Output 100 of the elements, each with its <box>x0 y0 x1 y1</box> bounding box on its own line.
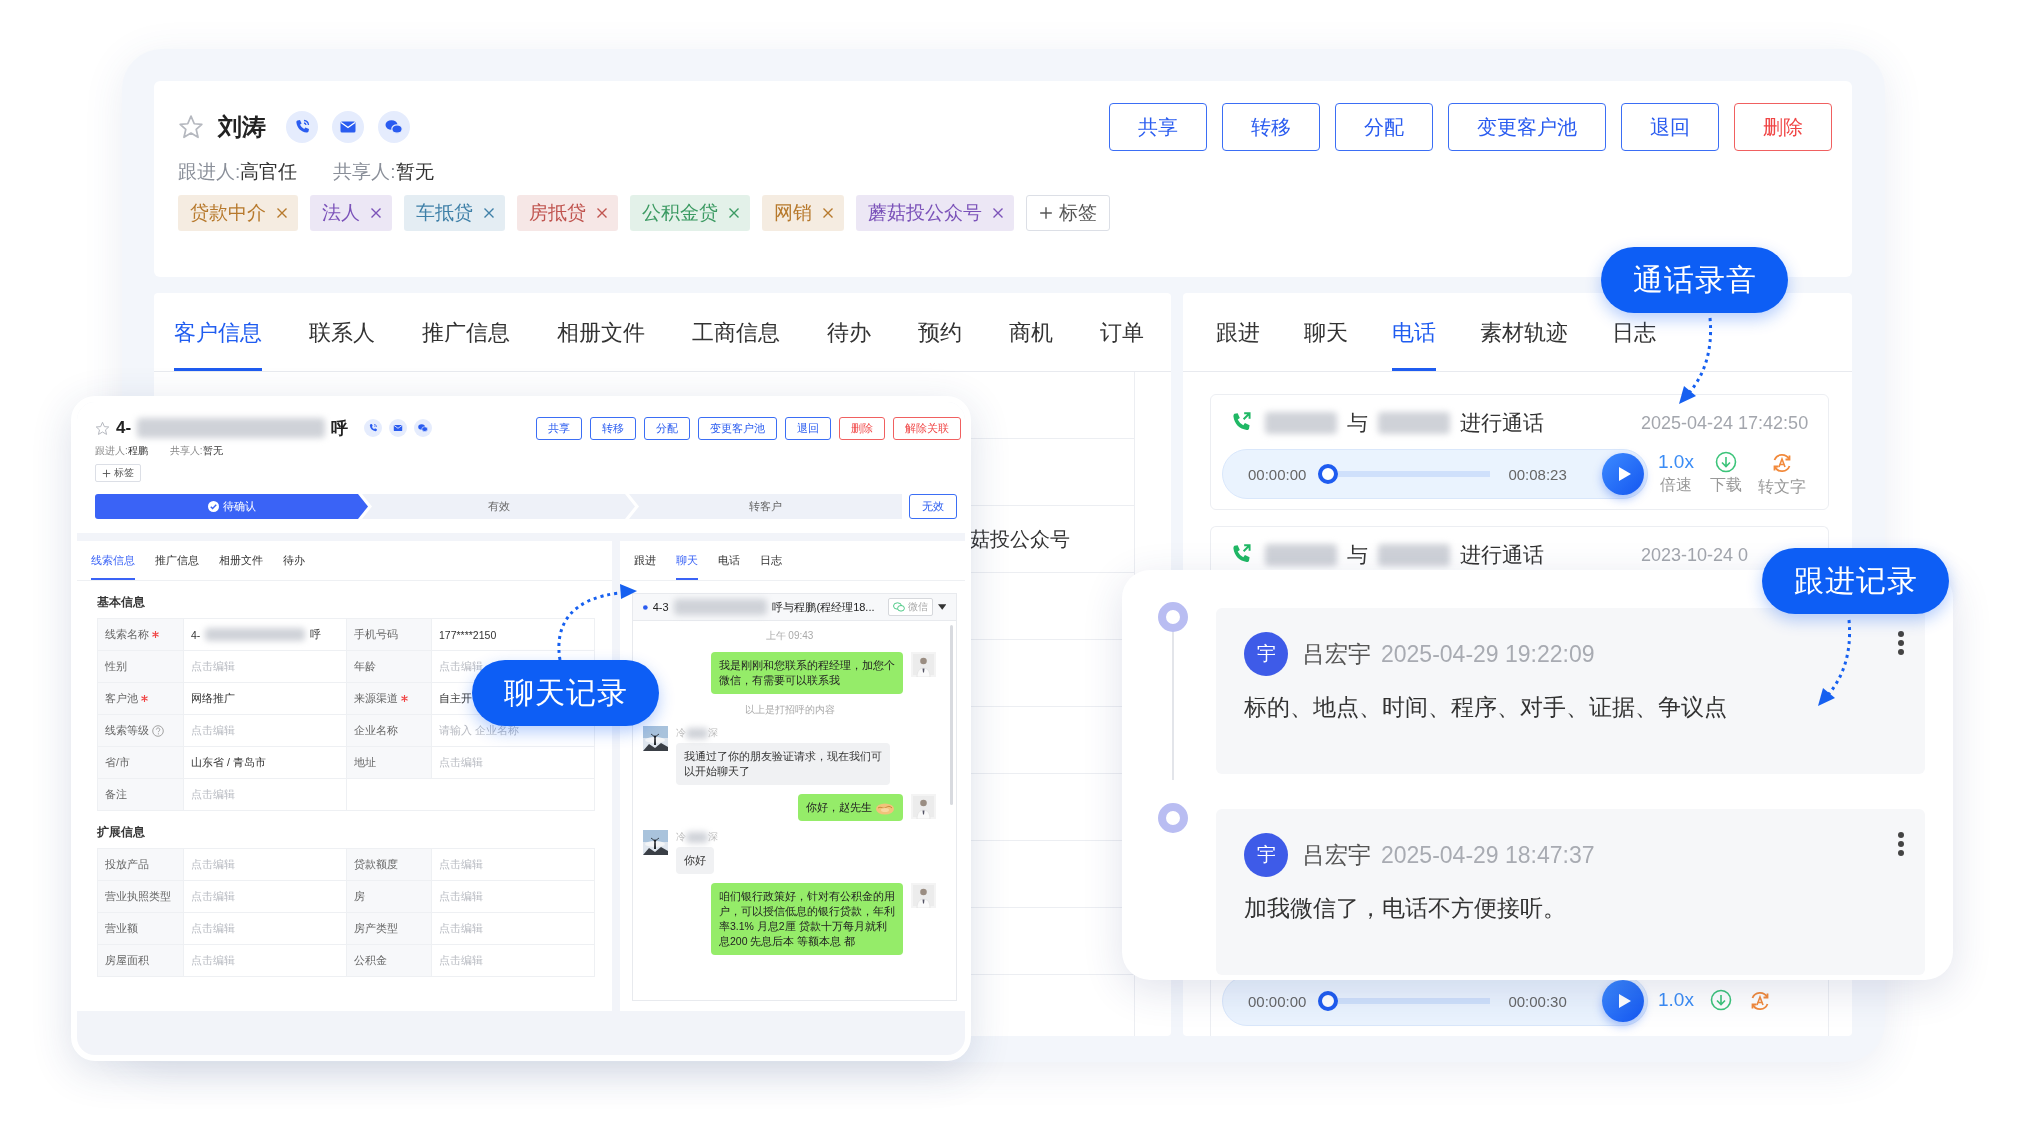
required-icon <box>401 695 408 702</box>
field-label: 手机号码 <box>354 627 398 642</box>
tab[interactable]: 日志 <box>1612 314 1656 371</box>
close-icon[interactable] <box>822 207 834 219</box>
action-button[interactable]: 转移 <box>590 416 636 440</box>
field-label: 房屋面积 <box>105 953 149 968</box>
speed-button[interactable]: 1.0x 倍速 <box>1658 450 1694 496</box>
action-button[interactable]: 分配 <box>1335 103 1433 151</box>
download-button[interactable]: 下载 <box>1709 450 1742 496</box>
scrollbar[interactable] <box>950 625 953 805</box>
action-button[interactable]: 变更客户池 <box>698 416 777 440</box>
action-button[interactable]: 转移 <box>1222 103 1320 151</box>
download-icon <box>1709 989 1732 1011</box>
tab[interactable]: 订单 <box>1100 314 1144 371</box>
close-icon[interactable] <box>596 207 608 219</box>
tab[interactable]: 电话 <box>718 541 740 580</box>
redacted-name <box>1378 544 1450 566</box>
tag[interactable]: 公积金贷 <box>630 195 750 231</box>
play-icon <box>1617 993 1632 1009</box>
stage-step[interactable]: 待确认 <box>95 494 368 519</box>
callout: 通话录音 <box>1601 247 1788 313</box>
tab[interactable]: 推广信息 <box>155 541 199 580</box>
field-label: 年龄 <box>354 659 376 674</box>
field-label: 备注 <box>105 787 127 802</box>
tag[interactable]: 车抵贷 <box>404 195 505 231</box>
elapsed-time: 00:00:00 <box>1248 992 1307 1010</box>
close-icon[interactable] <box>276 207 288 219</box>
lead-name: 呼 <box>331 417 349 440</box>
tab[interactable]: 工商信息 <box>692 314 780 371</box>
close-icon[interactable] <box>370 207 382 219</box>
tab[interactable]: 联系人 <box>309 314 375 371</box>
invalid-button[interactable]: 无效 <box>909 494 957 519</box>
transcribe-button[interactable]: 转文字 <box>1757 450 1806 498</box>
field-value: 呼 <box>310 627 322 642</box>
action-button[interactable]: 分配 <box>644 416 690 440</box>
close-icon[interactable] <box>992 207 1004 219</box>
field-label: 贷款额度 <box>354 857 398 872</box>
field-label: 线索名称 <box>105 627 149 642</box>
tab[interactable]: 待办 <box>827 314 871 371</box>
star-icon[interactable] <box>178 114 204 140</box>
mail-icon[interactable] <box>389 419 408 437</box>
chat-bubbles-icon[interactable] <box>414 419 433 437</box>
redacted-name <box>686 831 708 843</box>
tab[interactable]: 待办 <box>283 541 305 580</box>
tab[interactable]: 预约 <box>918 314 962 371</box>
add-tag-button[interactable]: 标签 <box>95 464 141 482</box>
tab[interactable]: 商机 <box>1009 314 1053 371</box>
call-text: 与 <box>1347 410 1368 436</box>
action-button[interactable]: 删除 <box>1734 103 1832 151</box>
tab[interactable]: 跟进 <box>634 541 656 580</box>
star-icon[interactable] <box>95 420 110 436</box>
tag[interactable]: 法人 <box>310 195 392 231</box>
more-icon[interactable] <box>1897 630 1905 656</box>
phone-icon[interactable] <box>286 111 318 143</box>
tab[interactable]: 聊天 <box>676 541 698 580</box>
message-text: 你好 <box>684 854 706 866</box>
action-button[interactable]: 共享 <box>536 416 582 440</box>
tab[interactable]: 素材轨迹 <box>1480 314 1568 371</box>
sharer-text: 共享人:暂无 <box>169 444 223 458</box>
tab[interactable]: 跟进 <box>1216 314 1260 371</box>
slider-thumb[interactable] <box>1318 991 1339 1011</box>
field-label: 线索等级 <box>105 723 149 738</box>
action-button[interactable]: 变更客户池 <box>1448 103 1606 151</box>
tab[interactable]: 线索信息 <box>91 541 135 580</box>
add-tag-button[interactable]: 标签 <box>1026 195 1110 231</box>
tab[interactable]: 相册文件 <box>557 314 645 371</box>
chat-bubbles-icon[interactable] <box>378 111 410 143</box>
play-icon <box>1617 466 1632 482</box>
stage-step[interactable]: 转客户 <box>629 494 902 519</box>
mail-icon[interactable] <box>332 111 364 143</box>
action-button[interactable]: 退回 <box>785 416 831 440</box>
close-icon[interactable] <box>728 207 740 219</box>
sender-name: 深 <box>708 726 718 740</box>
play-button[interactable] <box>1602 980 1644 1022</box>
speed-button[interactable]: 1.0x <box>1658 989 1694 1011</box>
slider-thumb[interactable] <box>1318 464 1339 484</box>
tab[interactable]: 聊天 <box>1304 314 1348 371</box>
close-icon[interactable] <box>483 207 495 219</box>
tab[interactable]: 日志 <box>760 541 782 580</box>
author-name: 吕宏宇 <box>1302 639 1371 669</box>
action-button[interactable]: 解除关联 <box>893 416 961 440</box>
tag[interactable]: 网销 <box>762 195 844 231</box>
stage-step[interactable]: 有效 <box>362 494 635 519</box>
author-name: 吕宏宇 <box>1302 840 1371 870</box>
action-button[interactable]: 退回 <box>1621 103 1719 151</box>
field-label: 公积金 <box>354 953 387 968</box>
message-text: 咱们银行政策好，针对有公积金的用户，可以授信低息的银行贷款，年利率3.1% 月息2厘 贷款十万每月就利息200 先息后本 等额本息 都 <box>719 889 895 949</box>
caret-down-icon[interactable] <box>937 604 946 610</box>
tab[interactable]: 相册文件 <box>219 541 263 580</box>
action-button[interactable]: 共享 <box>1109 103 1207 151</box>
tab[interactable]: 电话 <box>1392 314 1436 371</box>
tag[interactable]: 房抵贷 <box>517 195 618 231</box>
play-button[interactable] <box>1602 453 1644 495</box>
action-button[interactable]: 删除 <box>839 416 885 440</box>
tag[interactable]: 贷款中介 <box>178 195 298 231</box>
tab[interactable]: 推广信息 <box>422 314 510 371</box>
tab[interactable]: 客户信息 <box>174 314 262 371</box>
tag[interactable]: 蘑菇投公众号 <box>856 195 1014 231</box>
more-icon[interactable] <box>1897 831 1905 857</box>
phone-icon[interactable] <box>364 419 383 437</box>
